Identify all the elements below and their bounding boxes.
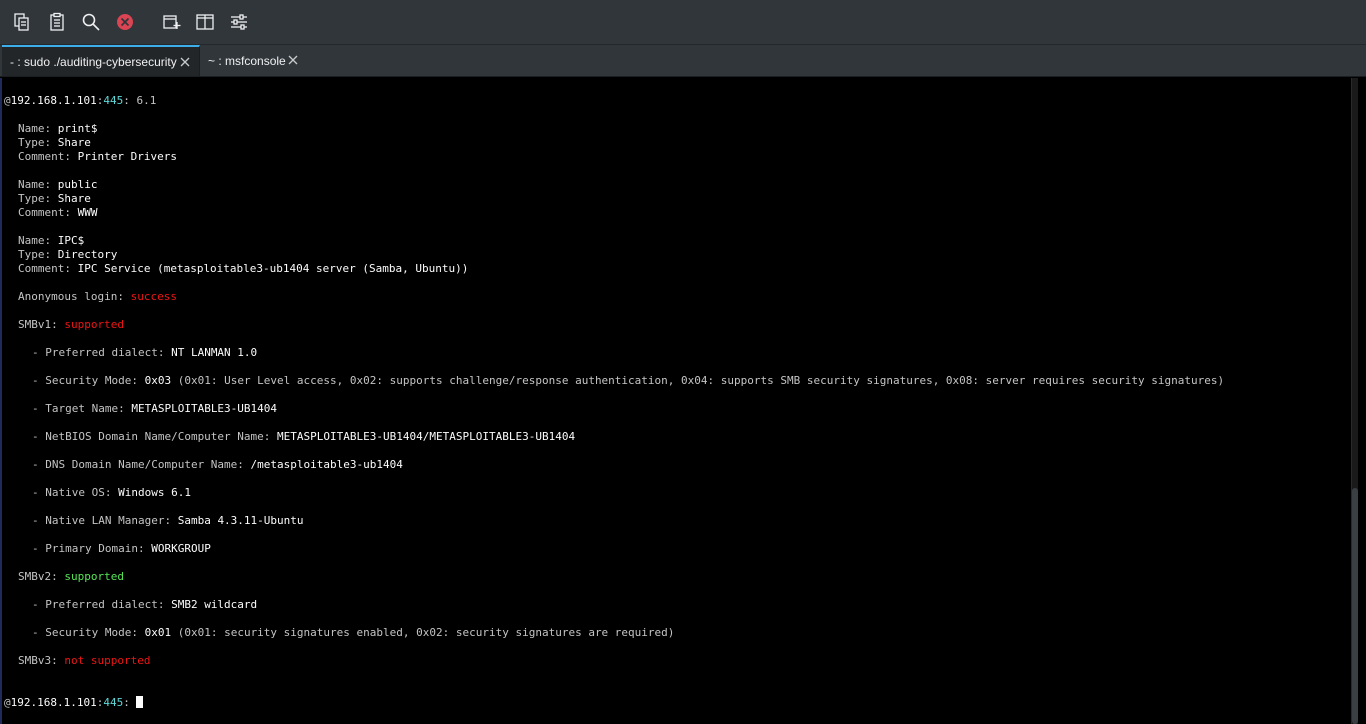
share-comment-line: Comment: IPC Service (metasploitable3-ub… bbox=[18, 262, 469, 275]
share-type-line: Type: Share bbox=[18, 136, 91, 149]
share-name-line: Name: IPC$ bbox=[18, 234, 85, 247]
tab-auditing-cybersecurity[interactable]: - : sudo ./auditing-cybersecurity bbox=[2, 45, 200, 76]
smbv2-detail-line: - Security Mode: 0x01 (0x01: security si… bbox=[32, 626, 675, 639]
share-type-line: Type: Share bbox=[18, 192, 91, 205]
smbv1-detail-line: - Primary Domain: WORKGROUP bbox=[32, 542, 211, 555]
smbv2-detail-line: - Preferred dialect: SMB2 wildcard bbox=[32, 598, 258, 611]
smbv1-line: SMBv1: supported bbox=[18, 318, 124, 331]
search-icon[interactable] bbox=[78, 9, 104, 35]
smbv1-detail-line: - Native OS: Windows 6.1 bbox=[32, 486, 191, 499]
close-icon[interactable] bbox=[286, 53, 300, 67]
smbv1-detail-line: - Security Mode: 0x03 (0x01: User Level … bbox=[32, 374, 1225, 387]
terminal-output[interactable]: @192.168.1.101:445: 6.1 Name: print$ Typ… bbox=[0, 78, 1366, 724]
scrollbar-thumb[interactable] bbox=[1352, 488, 1358, 724]
settings-sliders-icon[interactable] bbox=[226, 9, 252, 35]
text-cursor bbox=[136, 696, 144, 708]
smbv1-detail-line: - NetBIOS Domain Name/Computer Name: MET… bbox=[32, 430, 576, 443]
share-type-line: Type: Directory bbox=[18, 248, 118, 261]
host-header-line: @192.168.1.101:445: 6.1 bbox=[4, 94, 157, 107]
prompt-line[interactable]: @192.168.1.101:445: bbox=[4, 696, 144, 710]
paste-icon[interactable] bbox=[44, 9, 70, 35]
smbv3-line: SMBv3: not supported bbox=[18, 654, 151, 667]
smbv2-line: SMBv2: supported bbox=[18, 570, 124, 583]
tab-label: ~ : msfconsole bbox=[208, 53, 286, 68]
stop-icon[interactable] bbox=[112, 9, 138, 35]
share-name-line: Name: print$ bbox=[18, 122, 98, 135]
smbv1-detail-line: - DNS Domain Name/Computer Name: /metasp… bbox=[32, 458, 403, 471]
smbv1-detail-line: - Target Name: METASPLOITABLE3-UB1404 bbox=[32, 402, 278, 415]
new-tab-icon[interactable] bbox=[159, 9, 185, 35]
share-name-line: Name: public bbox=[18, 178, 98, 191]
copy-icon[interactable] bbox=[9, 9, 35, 35]
smbv1-detail-line: - Native LAN Manager: Samba 4.3.11-Ubunt… bbox=[32, 514, 304, 527]
terminal-edge bbox=[0, 78, 2, 724]
close-icon[interactable] bbox=[178, 55, 192, 69]
tab-label: - : sudo ./auditing-cybersecurity bbox=[10, 54, 177, 69]
anonymous-login-line: Anonymous login: success bbox=[18, 290, 177, 303]
share-comment-line: Comment: Printer Drivers bbox=[18, 150, 177, 163]
tab-msfconsole[interactable]: ~ : msfconsole bbox=[200, 45, 310, 76]
toolbar bbox=[0, 0, 1366, 45]
share-comment-line: Comment: WWW bbox=[18, 206, 98, 219]
split-view-icon[interactable] bbox=[192, 9, 218, 35]
tab-bar: - : sudo ./auditing-cybersecurity ~ : ms… bbox=[0, 45, 1366, 77]
smbv1-detail-line: - Preferred dialect: NT LANMAN 1.0 bbox=[32, 346, 258, 359]
scrollbar[interactable] bbox=[1351, 78, 1358, 724]
